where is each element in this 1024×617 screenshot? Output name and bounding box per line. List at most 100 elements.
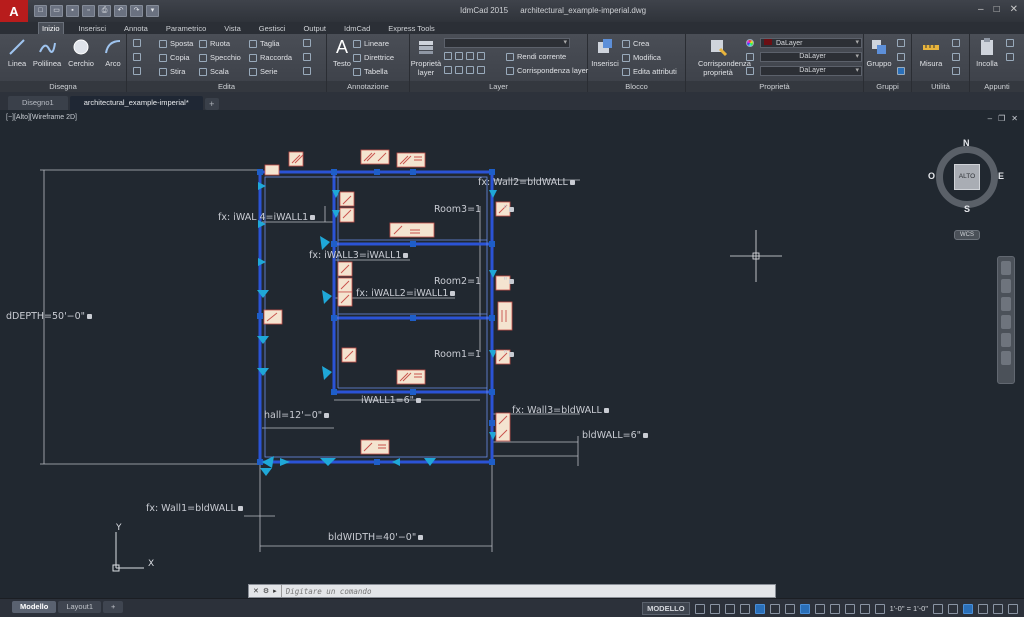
perpendicular-badge[interactable]	[339, 191, 355, 207]
layer-freeze-icon[interactable]	[455, 52, 463, 60]
grip[interactable]	[331, 241, 337, 247]
rotate-tool[interactable]: Ruota	[199, 39, 230, 48]
grip[interactable]	[489, 459, 495, 465]
recent-commands-icon[interactable]: ▸	[273, 587, 277, 595]
linetype-tool[interactable]	[746, 53, 754, 61]
dim-room1[interactable]: Room1=1 "	[434, 349, 515, 360]
create-block-tool[interactable]: Crea	[622, 39, 649, 48]
lineweight-dropdown[interactable]: DaLayer	[760, 66, 862, 76]
grip[interactable]	[489, 241, 495, 247]
viewcube[interactable]: ALTO N S E O	[928, 138, 1004, 214]
print-icon[interactable]: ⎙	[98, 5, 111, 17]
dim-room2[interactable]: Room2=1 "	[434, 276, 515, 287]
viewcube-top-face[interactable]: ALTO	[954, 164, 980, 190]
panel-title-annotazione[interactable]: Annotazione	[327, 81, 409, 92]
grip[interactable]	[374, 169, 380, 175]
annotation-scale[interactable]: 1'-0" = 1'-0"	[890, 604, 928, 613]
layer-isolate-icon[interactable]	[477, 52, 485, 60]
panel-title-proprieta[interactable]: Proprietà	[686, 81, 863, 92]
auto-scale-icon[interactable]	[874, 603, 885, 614]
clean-screen-icon[interactable]	[993, 603, 1003, 614]
tab-inizio[interactable]: Inizio	[38, 21, 64, 35]
perpendicular-badge[interactable]	[495, 412, 511, 442]
panel-title-disegna[interactable]: Disegna	[0, 81, 126, 92]
fillet-tool[interactable]: Raccorda	[249, 53, 292, 62]
measure-button[interactable]: Misura	[916, 37, 946, 68]
layer-off-icon[interactable]	[444, 66, 452, 74]
layer-walk-icon[interactable]	[477, 66, 485, 74]
group-button[interactable]: Gruppo	[864, 37, 894, 68]
pan-icon[interactable]	[1001, 279, 1011, 293]
grip[interactable]	[410, 169, 416, 175]
drawing-canvas[interactable]: [−][Alto][Wireframe 2D] – ❐ ✕ Y X fx: Wa…	[0, 110, 1024, 598]
grip[interactable]	[331, 315, 337, 321]
save-as-icon[interactable]: ▫	[82, 5, 95, 17]
polar-icon[interactable]	[754, 603, 765, 614]
layer-thaw-icon[interactable]	[455, 66, 463, 74]
showmotion-icon[interactable]	[1001, 333, 1011, 347]
object-track-icon[interactable]	[784, 603, 795, 614]
dim-fx-iwall3[interactable]: fx: iWALL3=iWALL1	[309, 250, 409, 261]
color-wheel-tool[interactable]	[746, 39, 754, 47]
match-layer-tool[interactable]: Corrispondenza layer	[506, 66, 588, 75]
layer-lock-icon[interactable]	[466, 52, 474, 60]
tab-express-tools[interactable]: Express Tools	[385, 23, 438, 34]
paste-button[interactable]: Incolla	[972, 37, 1002, 68]
copy-clip-tool[interactable]	[1006, 53, 1014, 61]
cut-tool[interactable]	[1006, 39, 1014, 47]
dim-iwall1[interactable]: iWALL1=6"	[361, 395, 422, 406]
grip[interactable]	[374, 459, 380, 465]
navbar-options-icon[interactable]	[1001, 351, 1011, 365]
panel-title-gruppi[interactable]: Gruppi	[864, 81, 911, 92]
hardware-acceleration-icon[interactable]	[978, 603, 988, 614]
customization-menu-icon[interactable]	[1008, 603, 1018, 614]
set-current-tool[interactable]: Rendi corrente	[506, 52, 566, 61]
group-edit-tool[interactable]	[897, 53, 905, 61]
compass-east[interactable]: E	[998, 171, 1004, 181]
grip[interactable]	[410, 315, 416, 321]
edit-block-tool[interactable]: Modifica	[622, 53, 661, 62]
close-command-icon[interactable]: ✕	[253, 587, 259, 595]
copy-tool[interactable]: Copia	[159, 53, 190, 62]
circle-button[interactable]: Cerchio	[66, 37, 96, 68]
insert-block-button[interactable]: Inserisci	[590, 37, 620, 68]
polyline-button[interactable]: Polilinea	[32, 37, 62, 68]
arc-button[interactable]: Arco	[98, 37, 128, 68]
linear-dim-tool[interactable]: Lineare	[353, 39, 389, 48]
grip[interactable]	[331, 169, 337, 175]
linetype-dropdown[interactable]: DaLayer	[760, 52, 862, 62]
grip[interactable]	[489, 420, 495, 426]
infer-constraints-icon[interactable]	[724, 603, 735, 614]
rectangle-tool[interactable]	[133, 39, 141, 47]
redo-icon[interactable]: ↷	[130, 5, 143, 17]
calculator-tool[interactable]	[952, 53, 960, 61]
panel-title-appunti[interactable]: Appunti	[970, 81, 1024, 92]
open-icon[interactable]: ▭	[50, 5, 63, 17]
selection-cycling-icon[interactable]	[844, 603, 855, 614]
tab-parametrico[interactable]: Parametrico	[163, 23, 209, 34]
tab-gestisci[interactable]: Gestisci	[256, 23, 289, 34]
minimize-icon[interactable]: –	[978, 4, 984, 15]
wcs-menu[interactable]: WCS	[954, 230, 980, 240]
snap-icon[interactable]	[709, 603, 720, 614]
annotation-visibility-icon[interactable]	[859, 603, 870, 614]
dim-bldwidth[interactable]: bldWIDTH=40'−0"	[328, 532, 424, 543]
workspace-icon[interactable]	[933, 603, 943, 614]
tab-output[interactable]: Output	[300, 23, 329, 34]
panel-title-utilita[interactable]: Utilità	[912, 81, 969, 92]
panel-title-layer[interactable]: Layer	[410, 81, 587, 92]
stretch-tool[interactable]: Stira	[159, 67, 185, 76]
doc-tab-architectural[interactable]: architectural_example-imperial*	[69, 96, 203, 110]
panel-title-blocco[interactable]: Blocco	[588, 81, 685, 92]
hatch-tool[interactable]	[133, 53, 141, 61]
steering-wheel-icon[interactable]	[1001, 261, 1011, 275]
orbit-icon[interactable]	[1001, 315, 1011, 329]
parallel-badge[interactable]	[360, 149, 390, 165]
grip[interactable]	[489, 169, 495, 175]
explode-tool[interactable]	[303, 53, 311, 61]
dim-hall[interactable]: hall=12'−0"	[264, 410, 330, 421]
customize-icon[interactable]: ▾	[146, 5, 159, 17]
compass-south[interactable]: S	[964, 204, 970, 214]
undo-icon[interactable]: ↶	[114, 5, 127, 17]
grip[interactable]	[331, 389, 337, 395]
